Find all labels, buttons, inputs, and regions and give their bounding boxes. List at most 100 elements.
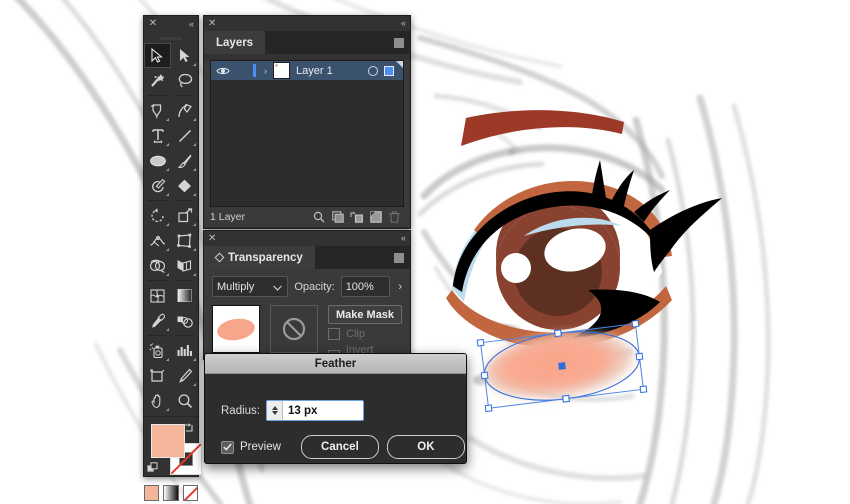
artboard-tool[interactable] <box>144 363 171 388</box>
zoom-tool[interactable] <box>171 388 198 413</box>
cancel-button[interactable]: Cancel <box>300 435 379 459</box>
paintbrush-tool[interactable] <box>171 148 198 173</box>
delete-selection-icon[interactable] <box>385 211 404 223</box>
create-new-layer-icon[interactable] <box>366 211 385 223</box>
create-new-sublayer-icon[interactable] <box>347 211 366 223</box>
layer-name[interactable]: Layer 1 <box>296 65 368 77</box>
expand-chevron-icon[interactable]: › <box>259 66 272 76</box>
selection-indicator-icon[interactable] <box>384 65 394 76</box>
slice-tool[interactable] <box>171 363 198 388</box>
clip-label: Clip <box>346 328 365 340</box>
opacity-slider-arrow-icon[interactable]: › <box>396 281 402 293</box>
flyout-indicator-icon <box>193 193 196 196</box>
layers-panel[interactable]: ✕ « Layers › Layer 1 1 Layer <box>203 15 411 229</box>
transparency-panel[interactable]: ✕ « Transparency Multiply Opacity: 100% … <box>203 230 411 368</box>
ok-button[interactable]: OK <box>386 435 465 459</box>
blend-tool[interactable] <box>171 308 198 333</box>
flyout-indicator-icon <box>166 248 169 251</box>
tools-panel[interactable]: ✕ « <box>143 15 202 501</box>
none-mode-button[interactable] <box>182 485 198 501</box>
width-tool[interactable] <box>144 228 171 253</box>
app-window: { "app": {"name": "Adobe Illustrator", "… <box>0 0 850 504</box>
collapse-icon[interactable]: « <box>401 17 406 30</box>
visibility-eye-icon[interactable] <box>211 66 235 76</box>
pen-tool[interactable] <box>144 98 171 123</box>
eraser-tool[interactable] <box>171 173 198 198</box>
blend-mode-select[interactable]: Multiply <box>212 276 289 297</box>
tab-transparency[interactable]: Transparency <box>204 246 315 269</box>
layers-panel-body: › Layer 1 1 Layer <box>204 60 410 227</box>
locate-object-icon[interactable] <box>309 211 328 223</box>
curvature-tool[interactable] <box>171 98 198 123</box>
tool-grid <box>144 43 198 413</box>
lasso-tool[interactable] <box>171 68 198 93</box>
opacity-input[interactable]: 100% <box>340 276 391 297</box>
gradient-mode-button[interactable] <box>163 485 179 501</box>
tool-separator <box>175 95 194 96</box>
mask-thumbnail[interactable] <box>270 305 318 353</box>
gradient-tool[interactable] <box>171 283 198 308</box>
feather-dialog[interactable]: Feather Radius: 13 px Preview Cancel OK <box>204 353 467 464</box>
mesh-tool[interactable] <box>144 283 171 308</box>
hand-tool[interactable] <box>144 388 171 413</box>
preview-checkbox[interactable] <box>221 440 234 454</box>
flyout-indicator-icon <box>166 273 169 276</box>
blend-opacity-row: Multiply Opacity: 100% › <box>204 269 410 297</box>
tool-separator <box>175 200 194 201</box>
target-indicator-icon[interactable] <box>368 65 378 76</box>
opacity-value: 100% <box>345 280 374 293</box>
radius-stepper[interactable] <box>267 401 283 420</box>
preview-checkbox-row[interactable]: Preview <box>221 440 281 454</box>
magic-wand-tool[interactable] <box>144 68 171 93</box>
collapse-icon[interactable]: « <box>401 232 406 245</box>
tools-panel-header: ✕ « <box>144 16 198 34</box>
type-tool[interactable] <box>144 123 171 148</box>
flyout-indicator-icon <box>166 408 169 411</box>
tools-panel-grip[interactable] <box>144 34 198 43</box>
flyout-indicator-icon <box>193 63 196 66</box>
close-icon[interactable]: ✕ <box>148 19 158 29</box>
tool-separator <box>144 416 198 417</box>
eyedropper-tool[interactable] <box>144 308 171 333</box>
shaper-tool[interactable] <box>144 173 171 198</box>
tool-separator <box>148 280 167 281</box>
radius-input-wrapper[interactable]: 13 px <box>266 400 364 421</box>
radius-input[interactable]: 13 px <box>283 401 363 420</box>
tool-separator <box>175 335 194 336</box>
close-icon[interactable]: ✕ <box>208 232 216 245</box>
artwork-thumbnail[interactable] <box>212 305 260 353</box>
swap-fill-stroke-icon[interactable] <box>182 422 194 434</box>
column-graph-tool[interactable] <box>171 338 198 363</box>
free-transform-tool[interactable] <box>171 228 198 253</box>
layer-corner-marker <box>396 61 403 68</box>
panel-menu-icon[interactable] <box>394 38 404 48</box>
default-fill-stroke-icon[interactable] <box>147 462 159 474</box>
shape-builder-tool[interactable] <box>144 253 171 278</box>
scale-tool[interactable] <box>171 203 198 228</box>
layers-list[interactable]: › Layer 1 <box>210 60 404 207</box>
tab-layers[interactable]: Layers <box>204 31 266 54</box>
clip-checkbox[interactable] <box>328 328 340 340</box>
layers-panel-tabbar: Layers <box>204 31 410 54</box>
perspective-grid-tool[interactable] <box>171 253 198 278</box>
line-segment-tool[interactable] <box>171 123 198 148</box>
make-clipping-mask-icon[interactable] <box>328 211 347 223</box>
clip-checkbox-row[interactable]: Clip <box>328 328 402 340</box>
catchlight-small <box>501 253 531 283</box>
collapse-icon[interactable]: « <box>189 19 194 29</box>
panel-menu-icon[interactable] <box>394 253 404 263</box>
tool-separator <box>148 200 167 201</box>
make-mask-button[interactable]: Make Mask <box>328 305 402 324</box>
selection-tool[interactable] <box>144 43 171 68</box>
fill-swatch[interactable] <box>151 424 185 458</box>
ellipse-tool[interactable] <box>144 148 171 173</box>
direct-selection-tool[interactable] <box>171 43 198 68</box>
transparency-panel-tabbar: Transparency <box>204 246 410 269</box>
close-icon[interactable]: ✕ <box>208 17 216 30</box>
table-row[interactable]: › Layer 1 <box>211 61 403 80</box>
symbol-sprayer-tool[interactable] <box>144 338 171 363</box>
stepper-up-arrow-icon <box>271 406 278 410</box>
rotate-tool[interactable] <box>144 203 171 228</box>
flyout-indicator-icon <box>166 193 169 196</box>
color-mode-button[interactable] <box>144 485 160 501</box>
